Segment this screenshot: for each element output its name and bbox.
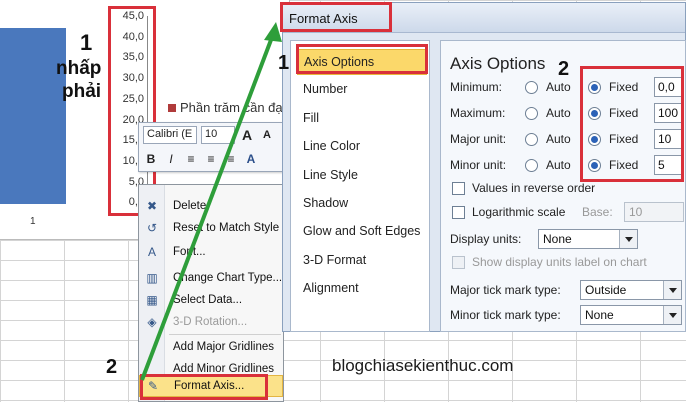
auto-radio[interactable] — [525, 81, 538, 94]
context-menu-item[interactable]: ◈ 3-D Rotation... — [139, 311, 283, 333]
step-number-2-panel: 2 — [558, 58, 570, 80]
chevron-down-icon — [663, 306, 681, 324]
auto-label: Auto — [546, 106, 571, 120]
nav-item[interactable]: 3-D Format — [297, 248, 427, 274]
display-units-value: None — [543, 232, 572, 246]
auto-label: Auto — [546, 80, 571, 94]
align-center-icon[interactable]: ≡ — [183, 152, 199, 166]
log-scale-label: Logarithmic scale — [472, 205, 566, 219]
nav-item[interactable]: Line Style — [297, 163, 427, 189]
auto-radio[interactable] — [525, 133, 538, 146]
context-menu-item[interactable]: Add Major Gridlines — [139, 336, 283, 358]
font-name-field[interactable]: Calibri (E — [143, 126, 197, 144]
step-number-1-nav: 1 — [278, 52, 290, 74]
context-menu-item[interactable]: A Font... — [139, 241, 283, 263]
base-input[interactable]: 10 — [624, 202, 684, 222]
chart-bar[interactable] — [0, 28, 66, 204]
step-text-line2: phải — [62, 81, 102, 102]
option-row-label: Major unit: — [450, 132, 507, 146]
auto-radio[interactable] — [525, 159, 538, 172]
nav-item[interactable]: Number — [297, 77, 427, 103]
align-right-icon[interactable]: ≡ — [223, 152, 239, 166]
step-number-1: 1 — [80, 30, 93, 55]
display-units-label: Display units: — [450, 232, 522, 246]
dialog-title-highlight — [280, 2, 392, 32]
context-menu: ✖ Delete ↺ Reset to Match Style A Font... ▥ Cha… — [138, 184, 284, 402]
chart-type-icon: ▥ — [146, 271, 158, 285]
select-data-icon: ▦ — [146, 293, 158, 307]
font-icon: A — [147, 245, 156, 259]
grow-font-button[interactable]: A — [239, 127, 255, 143]
chart-legend: Phần trăm cần đạ — [168, 100, 283, 115]
watermark: blogchiasekienthuc.com — [332, 356, 514, 375]
context-menu-item-label: Font... — [173, 246, 206, 258]
bold-button[interactable]: B — [143, 152, 159, 166]
reverse-order-label: Values in reverse order — [472, 181, 596, 195]
font-size-field[interactable]: 10 — [201, 126, 235, 144]
show-units-label: Show display units label on chart — [472, 255, 647, 269]
reverse-order-checkbox[interactable] — [452, 182, 465, 195]
context-menu-item-label: Change Chart Type... — [173, 272, 283, 284]
major-tick-value: Outside — [585, 283, 627, 297]
delete-icon: ✖ — [146, 199, 158, 213]
minor-tick-value: None — [585, 308, 614, 322]
axis-options-highlight — [296, 44, 428, 74]
nav-item[interactable]: Shadow — [297, 191, 427, 217]
align-left-icon[interactable]: ≡ — [203, 152, 219, 166]
font-color-button[interactable]: A — [243, 152, 259, 166]
mini-toolbar: Calibri (E 10 A A B I ≡ ≡ ≡ A — [138, 122, 288, 172]
context-menu-item-label: Add Major Gridlines — [173, 341, 274, 353]
format-axis-highlight — [140, 374, 268, 400]
minor-tick-select[interactable]: None — [580, 305, 682, 325]
menu-separator — [169, 334, 281, 335]
fixed-values-highlight — [580, 66, 684, 182]
nav-item[interactable]: Alignment — [297, 276, 427, 302]
step-text-line1: nhấp — [56, 58, 102, 79]
chevron-down-icon — [619, 230, 637, 248]
option-row-label: Minimum: — [450, 80, 503, 94]
auto-label: Auto — [546, 132, 571, 146]
context-menu-item-label: Select Data... — [173, 294, 243, 306]
legend-swatch — [168, 104, 176, 112]
context-menu-item[interactable]: ✖ Delete — [139, 195, 283, 217]
log-scale-checkbox[interactable] — [452, 206, 465, 219]
legend-label: Phần trăm cần đạ — [180, 100, 283, 115]
step-number-2-menu: 2 — [106, 356, 118, 378]
context-menu-item-label: Delete — [173, 200, 207, 212]
nav-item[interactable]: Line Color — [297, 134, 427, 160]
rotation-icon: ◈ — [147, 315, 157, 329]
minor-tick-label: Minor tick mark type: — [450, 308, 561, 322]
shrink-font-button[interactable]: A — [259, 129, 275, 141]
panel-title: Axis Options — [450, 54, 546, 73]
nav-item[interactable]: Glow and Soft Edges — [297, 219, 427, 245]
context-menu-item[interactable]: ↺ Reset to Match Style — [139, 217, 283, 239]
nav-item[interactable]: Fill — [297, 106, 427, 132]
dialog-nav-list: Axis Options Number Fill Line Color Line Sty… — [290, 40, 430, 332]
show-units-checkbox[interactable] — [452, 256, 465, 269]
context-menu-item[interactable]: ▥ Change Chart Type... — [139, 267, 283, 289]
option-row-label: Minor unit: — [450, 158, 507, 172]
auto-label: Auto — [546, 158, 571, 172]
context-menu-item-label: Reset to Match Style — [173, 222, 280, 234]
auto-radio[interactable] — [525, 107, 538, 120]
context-menu-item[interactable]: ▦ Select Data... — [139, 289, 283, 311]
option-row-label: Maximum: — [450, 106, 506, 120]
category-label: 1 — [30, 216, 36, 227]
base-label: Base: — [582, 205, 613, 219]
reset-style-icon: ↺ — [146, 221, 158, 235]
chevron-down-icon — [663, 281, 681, 299]
major-tick-select[interactable]: Outside — [580, 280, 682, 300]
display-units-select[interactable]: None — [538, 229, 638, 249]
italic-button[interactable]: I — [163, 152, 179, 166]
major-tick-label: Major tick mark type: — [450, 283, 561, 297]
context-menu-item-label: 3-D Rotation... — [173, 316, 248, 328]
